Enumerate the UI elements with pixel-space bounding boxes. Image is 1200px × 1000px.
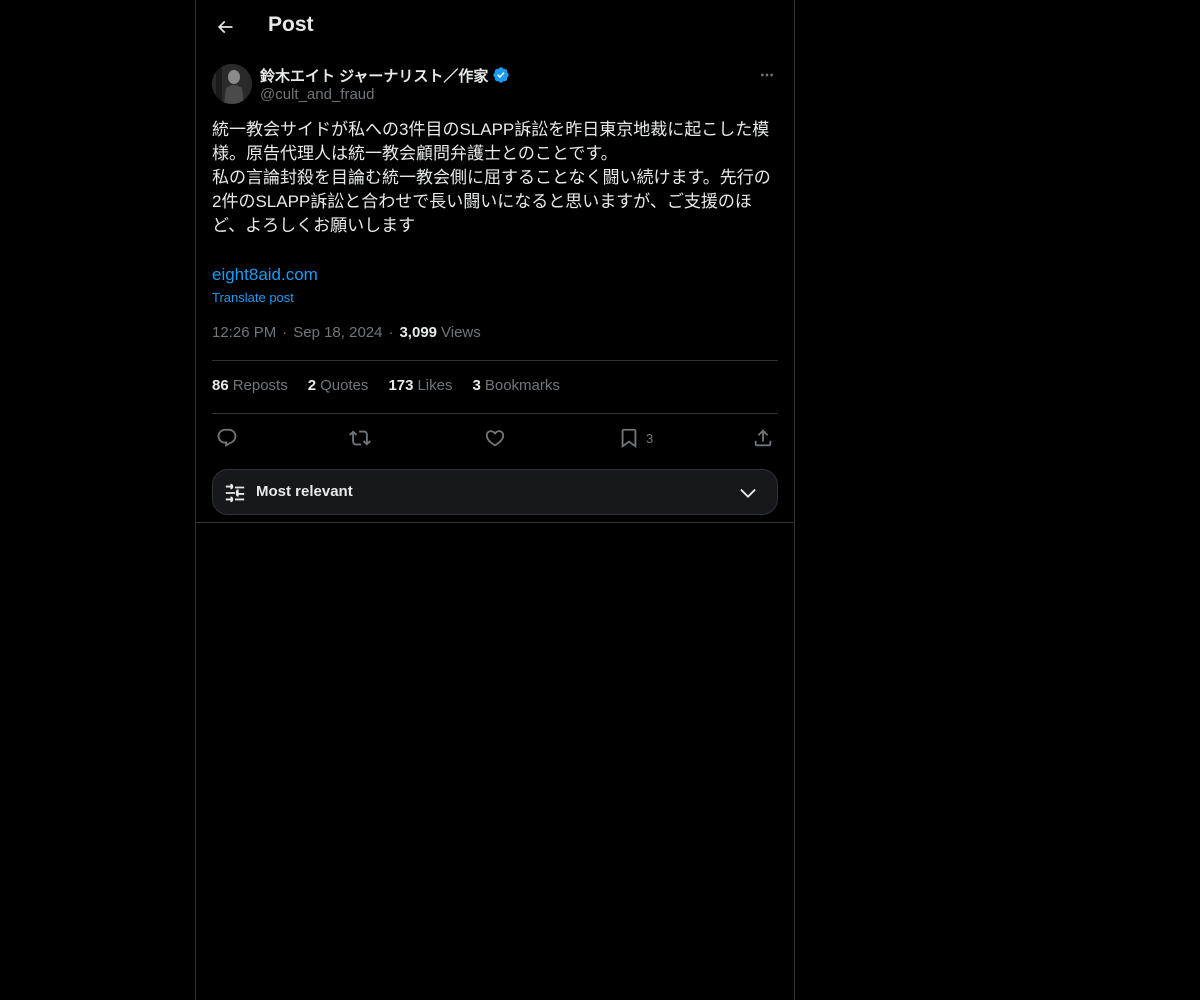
engagement-stats: 86 Reposts 2 Quotes 173 Likes 3 Bookmarks [212, 377, 580, 394]
divider [196, 522, 794, 523]
avatar[interactable] [212, 64, 252, 104]
quotes-stat[interactable]: 2 Quotes [308, 377, 369, 394]
sort-replies-dropdown[interactable]: Most relevant [212, 469, 778, 515]
page-title: Post [268, 13, 314, 36]
post-date[interactable]: Sep 18, 2024 [293, 324, 382, 341]
bookmark-button[interactable]: 3 [618, 424, 653, 452]
share-button[interactable] [752, 424, 774, 452]
share-icon [752, 427, 774, 449]
sort-label: Most relevant [256, 483, 353, 500]
author-block: 鈴木エイト ジャーナリスト／作家 @cult_and_fraud [260, 64, 740, 103]
divider [212, 413, 778, 414]
page-header: Post [196, 0, 794, 54]
bookmark-count: 3 [646, 430, 654, 446]
reply-button[interactable] [216, 424, 238, 452]
reposts-stat[interactable]: 86 Reposts [212, 377, 288, 394]
sliders-icon [224, 482, 246, 504]
action-bar: 3 [212, 424, 778, 452]
back-button[interactable] [208, 10, 242, 44]
arrow-left-icon [215, 17, 235, 37]
repost-button[interactable] [349, 424, 371, 452]
heart-icon [484, 427, 506, 449]
translate-post-button[interactable]: Translate post [212, 290, 294, 305]
bookmarks-stat[interactable]: 3 Bookmarks [473, 377, 560, 394]
like-button[interactable] [484, 424, 506, 452]
divider [212, 360, 778, 361]
separator-dot: · [282, 324, 288, 341]
verified-badge-icon[interactable] [492, 66, 510, 84]
post-time[interactable]: 12:26 PM [212, 324, 276, 341]
likes-stat[interactable]: 173 Likes [388, 377, 452, 394]
views-label: Views [441, 324, 481, 341]
more-dots-icon [759, 67, 775, 83]
repost-icon [349, 427, 371, 449]
author-name[interactable]: 鈴木エイト ジャーナリスト／作家 [260, 65, 488, 86]
post-meta: 12:26 PM · Sep 18, 2024 · 3,099 Views [212, 324, 481, 341]
views-count: 3,099 [399, 324, 438, 341]
chevron-down-icon [737, 482, 759, 504]
post-link[interactable]: eight8aid.com [212, 263, 318, 287]
more-options-button[interactable] [756, 64, 778, 86]
author-handle[interactable]: @cult_and_fraud [260, 86, 740, 103]
reply-icon [216, 427, 238, 449]
bookmark-icon [618, 427, 640, 449]
separator-dot: · [388, 324, 394, 341]
post-column: Post 鈴木エイト ジャーナリスト／作家 @cult_and_fraud 統一… [195, 0, 795, 1000]
post-text: 統一教会サイドが私への3件目のSLAPP訴訟を昨日東京地裁に起こした模様。原告代… [212, 120, 771, 235]
